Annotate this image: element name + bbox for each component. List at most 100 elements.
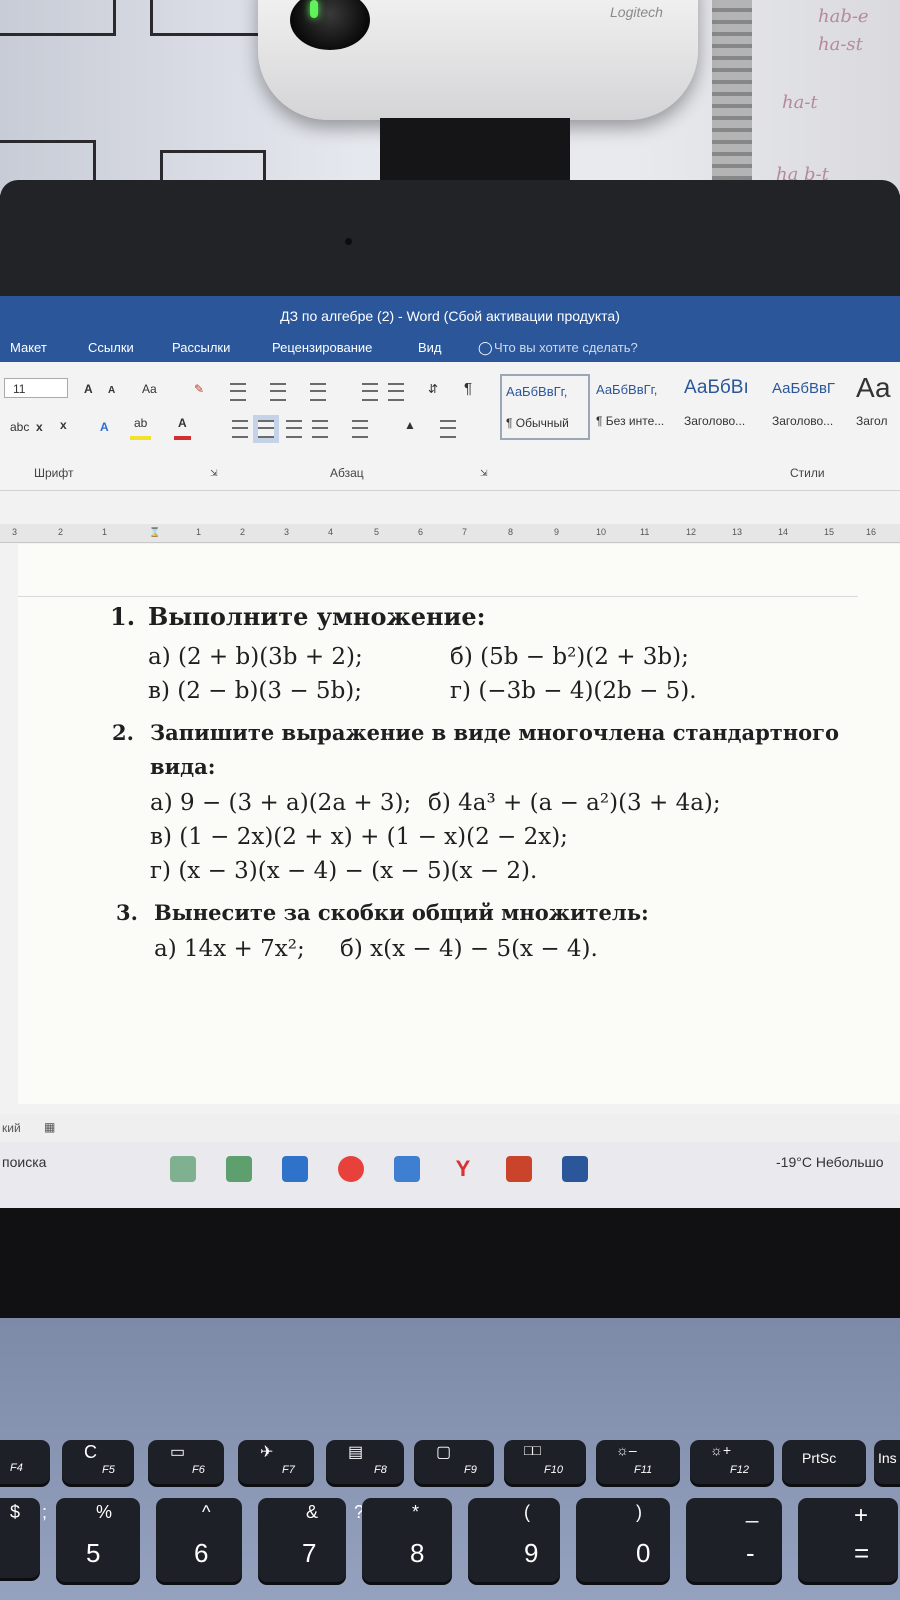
- paragraph-dialog-launcher[interactable]: ⇲: [480, 468, 488, 479]
- yandex-icon[interactable]: [338, 1156, 364, 1182]
- key-f6[interactable]: ▭ F6: [148, 1440, 224, 1484]
- task-2a: а) 9 − (3 + a)(2a + 3);: [150, 790, 412, 816]
- key-6[interactable]: ^6:: [156, 1498, 269, 1582]
- task-3-number: 3.: [116, 900, 138, 925]
- mail-icon[interactable]: [282, 1156, 308, 1182]
- multilevel-list-icon[interactable]: [310, 383, 326, 401]
- key-equals[interactable]: + =: [798, 1498, 898, 1582]
- shrink-font-button[interactable]: A: [104, 380, 119, 402]
- key-9[interactable]: (9: [468, 1498, 560, 1582]
- weather-widget[interactable]: -19°C Небольшо: [776, 1154, 884, 1170]
- task-2-title-cont: вида:: [150, 754, 216, 779]
- change-case-button[interactable]: Aa: [138, 378, 161, 400]
- clear-format-icon[interactable]: ✎: [190, 378, 208, 400]
- task-1v: в) (2 − b)(3 − 5b);: [148, 678, 363, 704]
- pilcrow-button[interactable]: ¶: [460, 378, 476, 400]
- title-bar: ДЗ по алгебре (2) - Word (Сбой активации…: [0, 296, 900, 336]
- align-right-icon[interactable]: [286, 420, 302, 438]
- word-icon[interactable]: [562, 1156, 588, 1182]
- borders-icon[interactable]: [440, 420, 456, 438]
- key-f4[interactable]: F4: [0, 1440, 50, 1484]
- laptop-bezel: [0, 180, 900, 298]
- align-left-icon[interactable]: [232, 420, 248, 438]
- key-f12[interactable]: ☼+ F12: [690, 1440, 774, 1484]
- font-group-label: Шрифт: [34, 466, 74, 480]
- key-f9[interactable]: ▢ F9: [414, 1440, 494, 1484]
- task-1-number: 1.: [110, 602, 136, 631]
- indent-marker[interactable]: ⌛: [149, 527, 160, 538]
- style-heading-2[interactable]: АаБбВвГ Заголово...: [768, 374, 854, 434]
- numbering-icon[interactable]: [270, 383, 286, 401]
- align-center-icon[interactable]: [253, 415, 279, 443]
- styles-group-label: Стили: [790, 466, 825, 480]
- decrease-indent-icon[interactable]: [362, 383, 378, 401]
- key-f10[interactable]: □□ F10: [504, 1440, 586, 1484]
- task-2-title: Запишите выражение в виде многочлена ста…: [150, 720, 840, 745]
- style-title[interactable]: Аа Загол: [852, 372, 900, 434]
- subscript-button[interactable]: x: [32, 416, 47, 438]
- lightbulb-icon: ◯: [478, 340, 493, 355]
- tab-mailings[interactable]: Рассылки: [172, 340, 230, 355]
- style-heading-1[interactable]: АаБбВı Заголово...: [680, 374, 766, 434]
- key-f8[interactable]: ▤ F8: [326, 1440, 404, 1484]
- justify-icon[interactable]: [312, 420, 328, 438]
- task-2v: в) (1 − 2x)(2 + x) + (1 − x)(2 − 2x);: [150, 824, 568, 850]
- page-rule: [18, 596, 858, 597]
- increase-indent-icon[interactable]: [388, 383, 404, 401]
- key-5[interactable]: % 5;: [42, 1498, 140, 1582]
- key-4[interactable]: $: [0, 1498, 40, 1578]
- task-1-title: Выполните умножение:: [148, 602, 486, 631]
- tab-view[interactable]: Вид: [418, 340, 442, 355]
- key-8[interactable]: * 8: [362, 1498, 452, 1582]
- chain: [712, 0, 752, 195]
- calculator-icon[interactable]: [170, 1156, 196, 1182]
- proofing-icon[interactable]: ▦: [44, 1120, 55, 1134]
- taskbar-search[interactable]: поиска: [2, 1154, 46, 1170]
- grow-font-button[interactable]: A: [80, 378, 97, 400]
- key-minus[interactable]: _ -: [686, 1498, 782, 1582]
- text-effects-button[interactable]: A: [96, 416, 113, 438]
- task-1b: б) (5b − b²)(2 + 3b);: [450, 644, 689, 670]
- strikethrough-button[interactable]: abc: [6, 416, 33, 438]
- webcam-brand: Logitech: [610, 4, 663, 20]
- lower-bezel: [0, 1208, 900, 1318]
- status-bar: кий ▦: [0, 1114, 900, 1142]
- style-normal[interactable]: АаБбВвГг, ¶ Обычный: [500, 374, 590, 440]
- task-3a: а) 14x + 7x²;: [154, 936, 305, 962]
- highlight-button[interactable]: ab: [130, 414, 152, 440]
- superscript-button[interactable]: x: [56, 414, 71, 436]
- ruler[interactable]: 3 2 1 ⌛ 1 2 3 4 5 6 7 8 9 10 11 12 13 14…: [0, 524, 900, 543]
- tab-layout[interactable]: Макет: [10, 340, 47, 355]
- key-prtsc[interactable]: PrtSc: [782, 1440, 866, 1484]
- task-2b: б) 4a³ + (a − a²)(3 + 4a);: [428, 790, 721, 816]
- task-1a: а) (2 + b)(3b + 2);: [148, 644, 363, 670]
- key-f5[interactable]: C F5: [62, 1440, 134, 1484]
- document-page[interactable]: 1. Выполните умножение: а) (2 + b)(3b + …: [18, 544, 900, 1104]
- key-f11[interactable]: ☼– F11: [596, 1440, 680, 1484]
- line-spacing-icon[interactable]: [352, 420, 368, 438]
- bullets-icon[interactable]: [230, 383, 246, 401]
- key-f7[interactable]: ✈ F7: [238, 1440, 314, 1484]
- key-7[interactable]: & 7?: [258, 1498, 364, 1582]
- sort-icon[interactable]: ⇵: [424, 378, 442, 400]
- font-color-button[interactable]: A: [174, 414, 191, 440]
- font-size-box[interactable]: 11: [4, 378, 68, 398]
- tab-references[interactable]: Ссылки: [88, 340, 134, 355]
- ribbon: 11 A A Aa ✎ ⇵ ¶ abc x x A ab A ▲ АаБбВвГ…: [0, 362, 900, 491]
- yandex-browser-icon[interactable]: Y: [450, 1156, 476, 1182]
- shading-icon[interactable]: ▲: [400, 414, 420, 436]
- ribbon-tab-bar: Макет Ссылки Рассылки Рецензирование Вид…: [0, 336, 900, 362]
- powerpoint-icon[interactable]: [506, 1156, 532, 1182]
- tab-review[interactable]: Рецензирование: [272, 340, 372, 355]
- tell-me-box[interactable]: Что вы хотите сделать?: [494, 340, 638, 355]
- task-2g: г) (x − 3)(x − 4) − (x − 5)(x − 2).: [150, 858, 538, 884]
- key-0[interactable]: ) 0: [576, 1498, 670, 1582]
- photos-icon[interactable]: [226, 1156, 252, 1182]
- font-dialog-launcher[interactable]: ⇲: [210, 468, 218, 479]
- camera-dot: [345, 238, 352, 245]
- language-indicator[interactable]: кий: [2, 1121, 21, 1135]
- handwriting-1: hab-e: [818, 6, 869, 27]
- style-no-spacing[interactable]: АаБбВвГг, ¶ Без инте...: [592, 374, 678, 434]
- key-ins[interactable]: Ins: [874, 1440, 900, 1484]
- app-icon[interactable]: [394, 1156, 420, 1182]
